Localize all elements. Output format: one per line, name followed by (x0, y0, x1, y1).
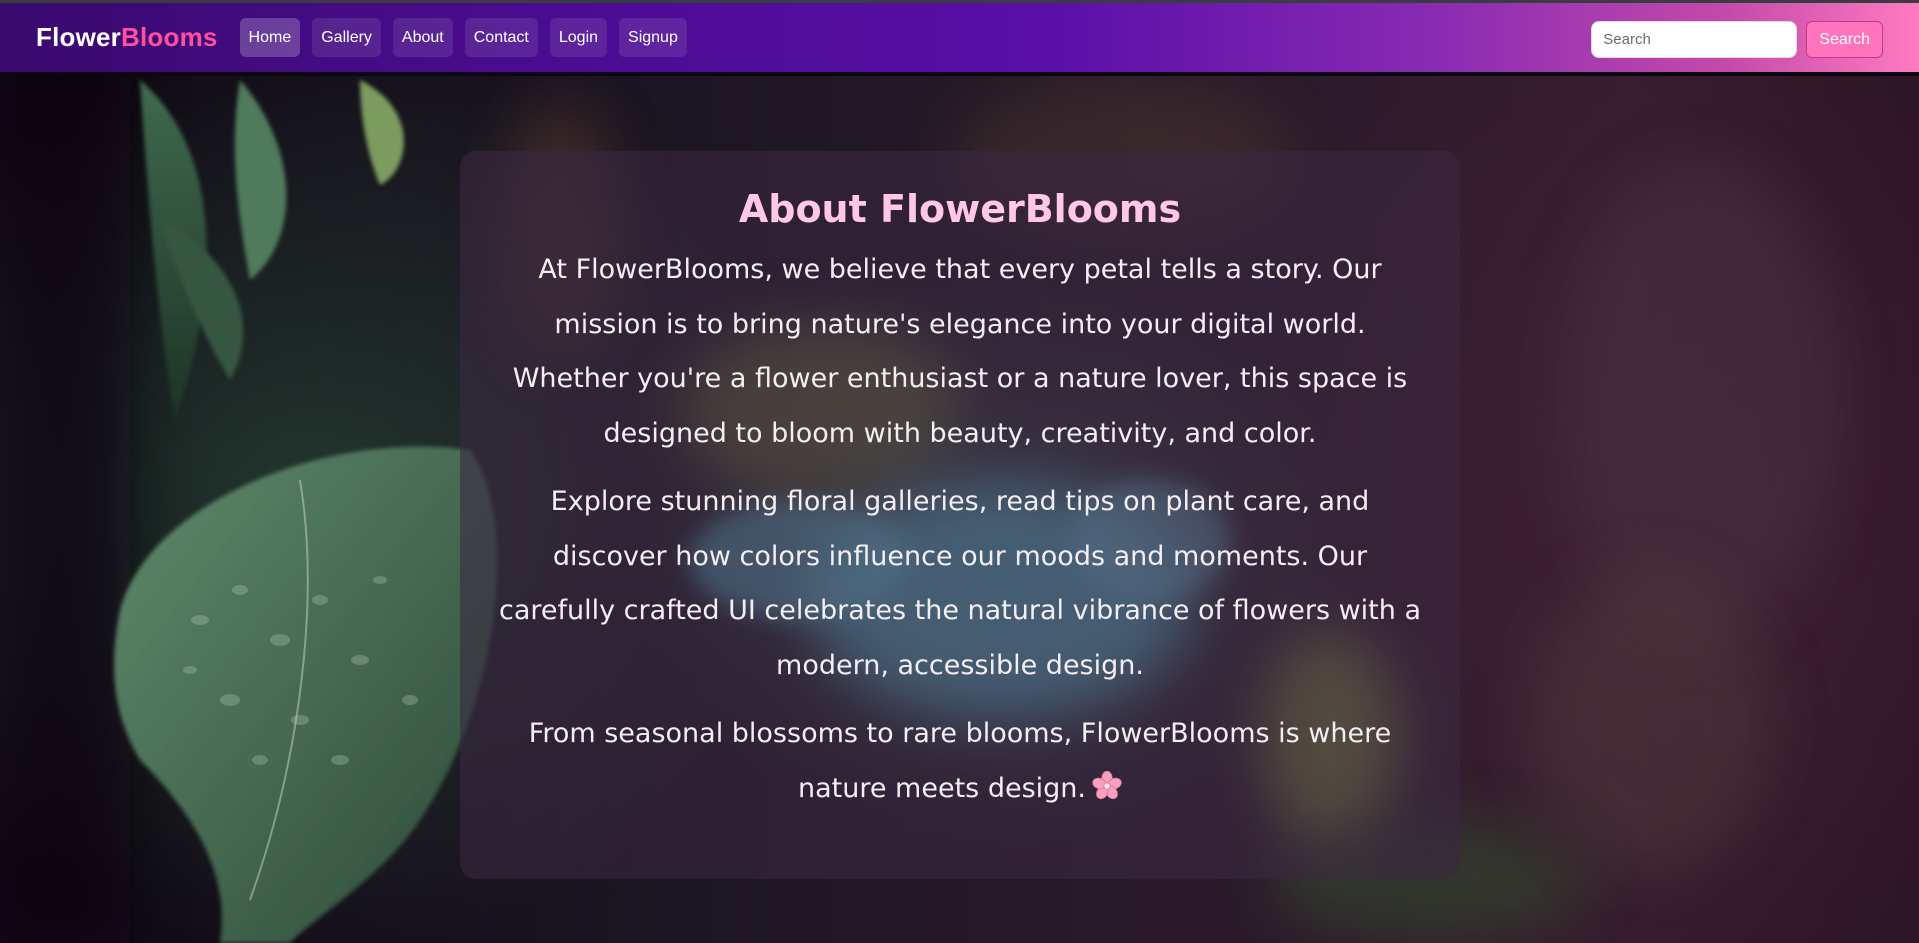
about-title: About FlowerBlooms (738, 187, 1182, 231)
nav-link-signup[interactable]: Signup (619, 18, 687, 57)
search-button[interactable]: Search (1806, 21, 1883, 58)
about-paragraph-3: From seasonal blossoms to rare blooms, F… (496, 707, 1424, 816)
nav-link-about[interactable]: About (392, 18, 453, 57)
about-paragraph-3-text: From seasonal blossoms to rare blooms, F… (528, 718, 1392, 804)
nav-link-contact[interactable]: Contact (464, 18, 538, 57)
search-input[interactable] (1591, 21, 1798, 58)
about-paragraph-2: Explore stunning floral galleries, read … (498, 486, 1422, 681)
nav-link-login[interactable]: Login (549, 18, 608, 57)
brand-logo[interactable]: FlowerBlooms (36, 22, 218, 53)
about-paragraph-1: At FlowerBlooms, we believe that every p… (512, 254, 1408, 449)
brand-primary-text: Flower (36, 22, 121, 52)
nav-links: Home Gallery About Contact Login Signup (239, 18, 687, 57)
top-navbar: FlowerBlooms Home Gallery About Contact … (0, 0, 1919, 76)
brand-accent-text: Blooms (121, 22, 218, 52)
nav-link-home[interactable]: Home (239, 18, 301, 57)
cherry-blossom-icon (1092, 770, 1122, 799)
about-card: About FlowerBlooms At FlowerBlooms, we b… (460, 151, 1460, 879)
search-form: Search (1591, 21, 1883, 58)
nav-link-gallery[interactable]: Gallery (312, 18, 381, 57)
